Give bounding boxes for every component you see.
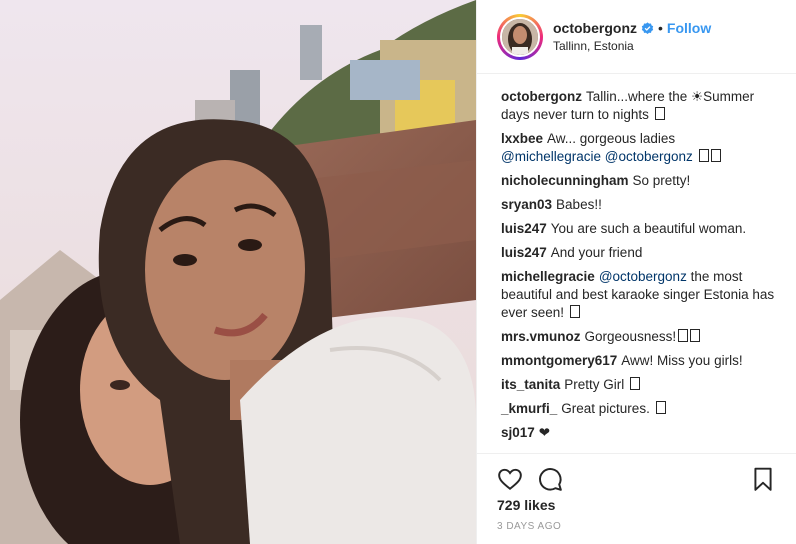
comment-username[interactable]: michellegracie	[501, 269, 595, 284]
avatar-ring[interactable]	[497, 13, 543, 60]
comment-text: Babes!!	[556, 197, 602, 212]
likes-count[interactable]: 729 likes	[497, 497, 555, 513]
post-details-panel: octobergonz • Follow Tallinn, Estonia oc…	[476, 0, 796, 544]
emoji-glyph	[678, 329, 689, 342]
follow-button[interactable]: Follow	[667, 20, 711, 36]
comment-username[interactable]: _kmurfi_	[501, 401, 557, 416]
comment-text: Great pictures.	[561, 401, 650, 416]
comment-item: mmontgomery617 Aww! Miss you girls!	[501, 352, 776, 370]
verified-badge-icon	[641, 21, 654, 34]
comment-username[interactable]: lxxbee	[501, 131, 543, 146]
comment-text: Aww! Miss you girls!	[621, 353, 743, 368]
emoji-glyph	[655, 401, 666, 414]
comment-text: Pretty Girl	[564, 377, 625, 392]
comment-text: You are such a beautiful woman.	[550, 221, 747, 236]
comment-item: _kmurfi_ Great pictures.	[501, 400, 776, 418]
selfie-photo-illustration	[0, 0, 476, 544]
comment-mention[interactable]: @octobergonz	[599, 269, 687, 284]
comment-item: sj017 ❤	[501, 424, 776, 442]
emoji-glyph	[630, 377, 641, 390]
post-photo[interactable]	[0, 0, 476, 544]
emoji-glyph	[654, 107, 665, 120]
comment-text: And your friend	[550, 245, 643, 260]
emoji-glyph	[698, 149, 709, 162]
comment-item: michellegracie @octobergonz the most beau…	[501, 268, 776, 322]
comment-username[interactable]: nicholecunningham	[501, 173, 629, 188]
comment-username[interactable]: luis247	[501, 221, 547, 236]
post-timestamp: 3 DAYS AGO	[497, 521, 562, 532]
post-header: octobergonz • Follow Tallinn, Estonia	[477, 0, 796, 74]
comment-icon[interactable]	[537, 466, 563, 492]
comment-username[interactable]: luis247	[501, 245, 547, 260]
avatar	[500, 16, 540, 57]
comment-item: lxxbee Aw... gorgeous ladies @michellegra…	[501, 130, 776, 166]
comment-item: its_tanita Pretty Girl	[501, 376, 776, 394]
comment-item: sryan03 Babes!!	[501, 196, 776, 214]
location-link[interactable]: Tallinn, Estonia	[553, 39, 711, 53]
avatar-image	[502, 18, 538, 55]
emoji-glyph	[690, 329, 701, 342]
heart-icon[interactable]	[497, 466, 523, 492]
bookmark-icon[interactable]	[750, 466, 776, 492]
username-link[interactable]: octobergonz	[553, 20, 637, 36]
comment-item: luis247 You are such a beautiful woman.	[501, 220, 776, 238]
comment-username[interactable]: sj017	[501, 425, 535, 440]
comment-text: ❤	[538, 425, 551, 440]
comment-text: So pretty!	[632, 173, 691, 188]
comment-item: luis247 And your friend	[501, 244, 776, 262]
comment-username[interactable]: sryan03	[501, 197, 552, 212]
comment-item: nicholecunningham So pretty!	[501, 172, 776, 190]
separator-dot: •	[658, 20, 663, 36]
comments-list: octobergonz Tallin...where the ☀Summer da…	[477, 74, 796, 442]
emoji-glyph	[710, 149, 721, 162]
comment-username[interactable]: mrs.vmunoz	[501, 329, 581, 344]
comment-item: mrs.vmunoz Gorgeousness!	[501, 328, 776, 346]
comment-username[interactable]: mmontgomery617	[501, 353, 617, 368]
comment-text: Gorgeousness!	[584, 329, 677, 344]
instagram-post: octobergonz • Follow Tallinn, Estonia oc…	[0, 0, 796, 544]
comment-mention[interactable]: @michellegracie @octobergonz	[501, 149, 693, 164]
comment-text: Aw... gorgeous ladies	[547, 131, 676, 146]
comment-username[interactable]: octobergonz	[501, 89, 582, 104]
emoji-glyph	[569, 305, 580, 318]
comment-item: octobergonz Tallin...where the ☀Summer da…	[501, 88, 776, 124]
comment-username[interactable]: its_tanita	[501, 377, 560, 392]
action-bar	[477, 453, 796, 493]
